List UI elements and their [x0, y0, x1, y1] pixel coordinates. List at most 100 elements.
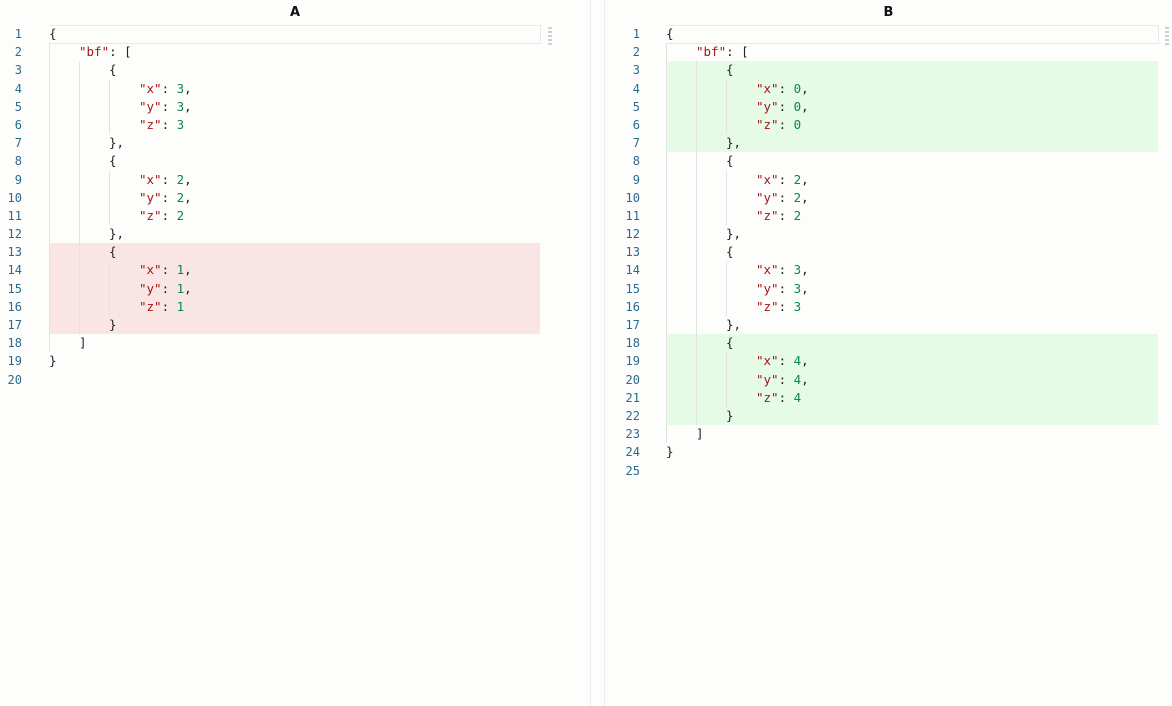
code-line[interactable]: 20 [0, 371, 590, 389]
code-line[interactable]: 8{ [0, 152, 590, 171]
code-text: "y": 1, [139, 280, 192, 298]
code-line[interactable]: 17}, [605, 316, 1172, 335]
indent-guide [666, 352, 667, 371]
added-highlight [666, 406, 1158, 426]
code-line[interactable]: 5 "y": 0, [605, 97, 1172, 116]
indent-guide [109, 279, 110, 298]
code-line[interactable]: 24} [605, 443, 1172, 461]
json-punctuation: , [184, 98, 192, 114]
line-number: 24 [625, 445, 640, 460]
indent-guide [79, 279, 80, 298]
code-line[interactable]: 21 "z": 4 [605, 388, 1172, 407]
indent-guide [696, 352, 697, 371]
indent-guide [726, 79, 727, 98]
code-line[interactable]: 13 { [0, 243, 590, 262]
code-editor-b[interactable]: 1{2 "bf": [3{4 "x": 0, 5 "y": 0, 6 "z": 0 7}, 8{… [605, 25, 1172, 480]
code-line[interactable]: 4 "x": 3, [0, 79, 590, 98]
code-line[interactable]: 9 "x": 2, [0, 170, 590, 189]
json-punctuation: : [778, 189, 794, 205]
code-text: "bf": [ [696, 43, 749, 61]
pane-divider[interactable] [590, 0, 591, 706]
json-key: "x" [756, 353, 779, 369]
code-line[interactable]: 18 { [605, 334, 1172, 353]
code-line[interactable]: 3{ [605, 61, 1172, 80]
code-line[interactable]: 12}, [605, 225, 1172, 244]
line-number: 2 [14, 45, 22, 60]
indent-guide [666, 297, 667, 316]
line-number: 17 [7, 318, 22, 332]
line-number: 15 [7, 281, 22, 296]
code-line[interactable]: 2 "bf": [ [605, 43, 1172, 62]
json-punctuation: : [778, 80, 794, 96]
code-line[interactable]: 15 "y": 3, [605, 279, 1172, 298]
code-line[interactable]: 2 "bf": [ [0, 43, 590, 62]
indent-guide [696, 261, 697, 280]
code-line[interactable]: 14 "x": 1, [0, 261, 590, 280]
code-line[interactable]: 11 "z": 2 [605, 206, 1172, 226]
code-text: { [726, 152, 734, 170]
code-line[interactable]: 1{ [0, 25, 590, 45]
line-number: 6 [632, 117, 640, 132]
code-line[interactable]: 14 "x": 3, [605, 261, 1172, 280]
code-line[interactable]: 1{ [605, 25, 1172, 45]
json-punctuation: { [726, 244, 734, 260]
code-line[interactable]: 25 [605, 462, 1172, 480]
code-line[interactable]: 6 "z": 0 [605, 115, 1172, 135]
code-line[interactable]: 19} [0, 352, 590, 370]
indent-guide [666, 61, 667, 80]
indent-guide [666, 188, 667, 207]
line-number: 23 [625, 427, 640, 442]
code-line[interactable]: 8{ [605, 152, 1172, 171]
code-editor-a[interactable]: 1{2 "bf": [3{4 "x": 3, 5 "y": 3, 6 "z": 3 7}, 8{… [0, 25, 590, 389]
line-number: 18 [625, 336, 640, 351]
indent-guide [49, 97, 50, 116]
line-number: 16 [625, 299, 640, 314]
code-line[interactable]: 16 "z": 1 [0, 297, 590, 316]
code-line[interactable]: 17} [0, 316, 590, 335]
code-line[interactable]: 22} [605, 406, 1172, 426]
pane-title-b: B [883, 5, 894, 20]
json-number: 2 [793, 207, 802, 223]
code-line[interactable]: 3{ [0, 61, 590, 80]
indent-guide [726, 352, 727, 371]
indent-guide [666, 79, 667, 98]
code-line[interactable]: 13 { [605, 243, 1172, 262]
code-text: { [109, 243, 117, 261]
indent-guide [666, 134, 667, 153]
code-line[interactable]: 4 "x": 0, [605, 79, 1172, 98]
code-line[interactable]: 10 "y": 2, [0, 188, 590, 207]
json-punctuation: , [801, 98, 809, 114]
code-line[interactable]: 23] [605, 425, 1172, 444]
removed-highlight [49, 316, 540, 335]
json-key: "bf" [696, 44, 727, 60]
code-line[interactable]: 20 "y": 4, [605, 370, 1172, 389]
json-number: 1 [176, 298, 185, 314]
json-punctuation: : [778, 280, 794, 296]
current-line-highlight [49, 25, 541, 44]
code-line[interactable]: 5 "y": 3, [0, 97, 590, 116]
code-text: }, [726, 225, 741, 243]
code-line[interactable]: 6 "z": 3 [0, 115, 590, 135]
json-punctuation: : [161, 80, 177, 96]
code-text: } [49, 352, 57, 370]
json-punctuation: : [778, 353, 794, 369]
code-line[interactable]: 15 "y": 1, [0, 279, 590, 298]
code-line[interactable]: 11 "z": 2 [0, 206, 590, 226]
indent-guide [79, 97, 80, 116]
json-punctuation: : [161, 189, 177, 205]
code-line[interactable]: 7}, [0, 134, 590, 153]
code-line[interactable]: 12}, [0, 225, 590, 244]
code-text: "z": 1 [139, 298, 184, 316]
json-punctuation: : [778, 371, 794, 387]
code-line[interactable]: 10 "y": 2, [605, 188, 1172, 207]
json-key: "z" [139, 207, 162, 223]
code-line[interactable]: 18] [0, 334, 590, 353]
indent-guide [49, 43, 50, 62]
added-highlight [666, 79, 1158, 98]
code-line[interactable]: 7}, [605, 134, 1172, 153]
code-line[interactable]: 19 "x": 4, [605, 352, 1172, 371]
json-punctuation: : [778, 262, 794, 278]
json-key: "x" [139, 262, 162, 278]
code-line[interactable]: 9 "x": 2, [605, 170, 1172, 189]
code-line[interactable]: 16 "z": 3 [605, 297, 1172, 316]
